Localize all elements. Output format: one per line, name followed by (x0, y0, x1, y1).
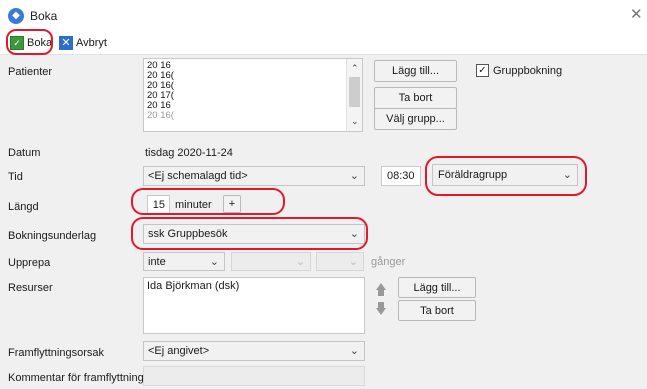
time-input[interactable]: 08:30 (381, 166, 421, 186)
remove-resource-button[interactable]: Ta bort (398, 300, 476, 321)
resource-item[interactable]: Ida Björkman (dsk) (147, 280, 239, 292)
chevron-down-icon: ⌄ (348, 255, 358, 268)
postpone-comment-label: Kommentar för framflyttning (8, 372, 144, 384)
time-type-highlight-ring (425, 156, 587, 196)
cancel-icon: ✕ (59, 36, 73, 50)
postpone-comment-input[interactable] (143, 366, 365, 386)
repeat-label: Upprepa (8, 257, 51, 269)
patients-scrollbar[interactable]: ⌃ ⌄ (346, 59, 362, 131)
window-title: Boka (30, 9, 58, 23)
book-highlight-ring (6, 29, 53, 55)
booking-basis-highlight-ring (131, 217, 368, 250)
postpone-reason-label: Framflyttningsorsak (8, 347, 104, 359)
patient-row[interactable]: 20 16( (147, 111, 174, 121)
remove-patient-button[interactable]: Ta bort (374, 87, 457, 109)
time-slot-select[interactable]: <Ej schemalagd tid> ⌄ (143, 166, 365, 186)
cancel-button-label: Avbryt (76, 37, 107, 49)
length-highlight-ring (131, 188, 285, 215)
move-up-icon-stem (378, 290, 384, 296)
app-icon: ◆ (8, 8, 24, 24)
scroll-up-icon[interactable]: ⌃ (351, 63, 359, 74)
repeat-interval-select[interactable]: ⌄ (231, 252, 311, 271)
add-patient-button[interactable]: Lägg till... (374, 60, 457, 82)
add-resource-button[interactable]: Lägg till... (398, 277, 476, 298)
repeat-select[interactable]: inte ⌄ (143, 252, 225, 271)
length-label: Längd (8, 201, 39, 213)
booking-basis-label: Bokningsunderlag (8, 230, 97, 242)
chevron-down-icon: ⌄ (349, 344, 359, 357)
scroll-down-icon[interactable]: ⌄ (351, 116, 359, 127)
patients-label: Patienter (8, 66, 53, 78)
repeat-count-select[interactable]: ⌄ (316, 252, 364, 271)
title-bar (0, 0, 647, 31)
chevron-down-icon: ⌄ (349, 169, 359, 182)
date-value: tisdag 2020-11-24 (145, 147, 233, 159)
move-up-icon[interactable] (376, 283, 386, 290)
group-booking-checkbox[interactable]: ✓ (476, 64, 489, 77)
group-booking-label: Gruppbokning (493, 65, 563, 77)
time-slot-value: <Ej schemalagd tid> (148, 170, 248, 182)
scroll-thumb[interactable] (349, 77, 360, 107)
resources-label: Resurser (8, 282, 53, 294)
patients-list[interactable]: 20 16 20 16( 20 16( 20 17( 20 16 20 16( … (143, 58, 363, 132)
postpone-reason-value: <Ej angivet> (148, 345, 210, 357)
time-input-value: 08:30 (387, 170, 415, 182)
move-down-icon[interactable] (376, 308, 386, 315)
repeat-value: inte (148, 256, 166, 268)
chevron-down-icon: ⌄ (209, 255, 219, 268)
resources-list[interactable]: Ida Björkman (dsk) (143, 277, 365, 334)
repeat-times-label: gånger (371, 256, 406, 268)
cancel-button[interactable]: ✕ Avbryt (59, 34, 107, 52)
chevron-down-icon: ⌄ (295, 255, 305, 268)
postpone-reason-select[interactable]: <Ej angivet> ⌄ (143, 341, 365, 361)
time-label: Tid (8, 171, 23, 183)
choose-group-button[interactable]: Välj grupp... (374, 108, 457, 130)
date-label: Datum (8, 147, 41, 159)
close-icon[interactable]: ✕ (630, 5, 643, 23)
